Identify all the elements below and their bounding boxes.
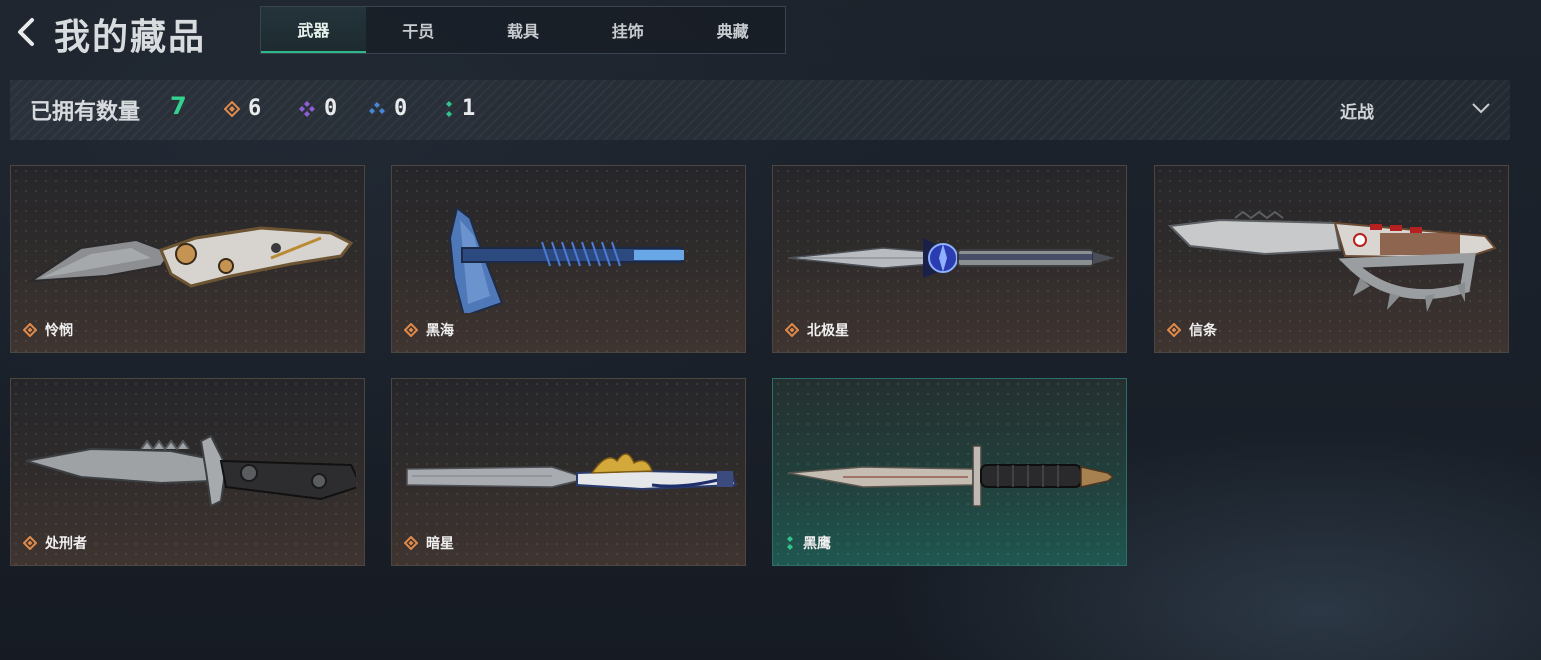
- rarity-count-green: 1: [444, 96, 475, 121]
- purple-diamond-icon: [299, 100, 315, 117]
- weapon-card-footer: 暗星: [404, 533, 454, 553]
- weapon-card-footer: 处刑者: [23, 533, 87, 553]
- orange-diamond-icon: [224, 100, 240, 117]
- weapon-card-footer: 黑海: [404, 320, 454, 340]
- weapon-card-footer: 北极星: [785, 320, 849, 340]
- orange-diamond-icon: [785, 323, 799, 337]
- weapon-card[interactable]: 处刑者: [10, 378, 365, 566]
- green-dots-icon: [446, 100, 452, 117]
- weapon-name: 暗星: [426, 536, 454, 552]
- weapon-name: 北极星: [807, 323, 849, 339]
- weapon-card-footer: 黑鹰: [785, 533, 831, 553]
- category-tabs: 武器 干员 载具 挂饰 典藏: [260, 6, 786, 54]
- weapon-card[interactable]: 北极星: [772, 165, 1127, 353]
- weapon-image-blade: [406, 453, 737, 491]
- tab-weapons[interactable]: 武器: [261, 7, 366, 53]
- rarity-count-blue: 0: [368, 96, 407, 121]
- melee-filter-dropdown[interactable]: 近战: [1340, 98, 1374, 123]
- page-title: 我的藏品: [54, 17, 207, 58]
- weapon-card[interactable]: 信条: [1154, 165, 1509, 353]
- weapon-image-combat-knife: [25, 434, 356, 508]
- chevron-down-icon[interactable]: [1470, 100, 1492, 116]
- tab-operators[interactable]: 干员: [366, 7, 471, 53]
- tab-charms[interactable]: 挂饰: [575, 7, 680, 53]
- stats-bar: 已拥有数量 7 6 0 0 1 近战: [10, 80, 1510, 140]
- rarity-count-value: 0: [394, 96, 408, 121]
- green-dots-icon: [787, 536, 793, 550]
- rarity-count-purple: 0: [298, 96, 337, 121]
- tab-collection[interactable]: 典藏: [680, 7, 785, 53]
- weapon-card-footer: 怜悯: [23, 320, 73, 340]
- orange-diamond-icon: [23, 323, 37, 337]
- weapon-image-tomahawk: [448, 206, 684, 313]
- rarity-count-value: 6: [248, 96, 262, 121]
- weapon-image-bayonet: [787, 445, 1115, 507]
- back-button[interactable]: [12, 14, 40, 50]
- weapon-card[interactable]: 怜悯: [10, 165, 365, 353]
- weapon-name: 黑鹰: [803, 536, 831, 552]
- weapon-name: 处刑者: [45, 536, 87, 552]
- weapon-image-karambit: [27, 226, 354, 288]
- weapon-image-knuckle-knife: [1167, 210, 1497, 312]
- weapon-image-dagger: [787, 238, 1115, 278]
- weapon-card[interactable]: 黑海: [391, 165, 746, 353]
- rarity-count-orange: 6: [224, 96, 261, 121]
- rarity-count-value: 1: [462, 96, 476, 121]
- blue-diamond-icon: [369, 101, 385, 114]
- weapon-card-footer: 信条: [1167, 320, 1217, 340]
- rarity-count-value: 0: [324, 96, 338, 121]
- orange-diamond-icon: [404, 536, 418, 550]
- weapon-card[interactable]: 暗星: [391, 378, 746, 566]
- owned-label: 已拥有数量: [30, 100, 141, 125]
- orange-diamond-icon: [1167, 323, 1181, 337]
- weapon-name: 怜悯: [45, 323, 73, 339]
- owned-count: 7: [170, 92, 187, 120]
- orange-diamond-icon: [404, 323, 418, 337]
- chevron-left-icon: [18, 18, 34, 46]
- weapon-name: 黑海: [426, 323, 454, 339]
- orange-diamond-icon: [23, 536, 37, 550]
- weapon-card[interactable]: 黑鹰: [772, 378, 1127, 566]
- weapon-name: 信条: [1189, 323, 1217, 339]
- tab-vehicles[interactable]: 载具: [471, 7, 576, 53]
